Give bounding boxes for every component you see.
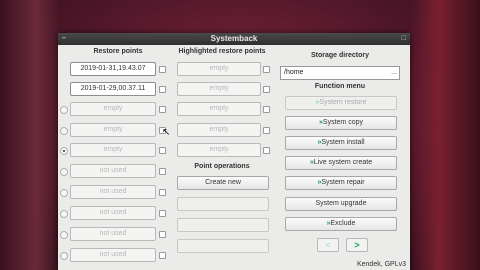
point-operation-button[interactable]: [177, 239, 269, 253]
highlighted-point-checkbox[interactable]: [263, 127, 270, 134]
restore-point-checkbox[interactable]: [159, 210, 166, 217]
restore-point-radio[interactable]: [60, 189, 68, 197]
highlighted-point-checkbox[interactable]: [263, 86, 270, 93]
browse-button[interactable]: ...: [391, 67, 397, 79]
highlighted-point-field[interactable]: empty: [177, 82, 261, 96]
desktop-background-right: [410, 0, 480, 270]
create-new-button[interactable]: Create new: [177, 176, 269, 190]
point-operation-button[interactable]: [177, 218, 269, 232]
point-operations-title: Point operations: [194, 163, 250, 170]
restore-point-radio[interactable]: [60, 168, 68, 176]
desktop-background-left: [0, 0, 60, 270]
restore-point-checkbox[interactable]: [159, 189, 166, 196]
restore-point-radio[interactable]: [60, 210, 68, 218]
system-restore-button[interactable]: »System restore: [285, 96, 397, 110]
highlighted-point-checkbox[interactable]: [263, 147, 270, 154]
restore-point-field[interactable]: empty: [70, 102, 156, 116]
highlighted-point-field[interactable]: empty: [177, 62, 261, 76]
button-label: System repair: [321, 179, 365, 186]
live-system-create-button[interactable]: »Live system create: [285, 156, 397, 170]
restore-point-checkbox[interactable]: [159, 147, 166, 154]
chevron-right-icon: >: [354, 240, 360, 250]
system-install-button[interactable]: »System install: [285, 136, 397, 150]
restore-point-field[interactable]: not used: [70, 248, 156, 262]
restore-point-field[interactable]: empty: [70, 123, 156, 137]
button-label: System upgrade: [315, 200, 367, 207]
back-button[interactable]: <: [317, 238, 339, 252]
window-titlebar: – Systemback □: [58, 33, 410, 45]
restore-point-radio-selected[interactable]: [60, 147, 68, 155]
restore-points-title: Restore points: [93, 48, 143, 55]
restore-point-radio[interactable]: [60, 231, 68, 239]
restore-point-field[interactable]: 2019-01-31,19.43.07: [70, 62, 156, 76]
window-title: Systemback: [210, 34, 258, 43]
restore-point-radio[interactable]: [60, 127, 68, 135]
minimize-icon[interactable]: –: [62, 34, 66, 44]
system-upgrade-button[interactable]: System upgrade: [285, 197, 397, 211]
storage-directory-field[interactable]: /home ...: [280, 66, 400, 80]
highlighted-restore-points-title: Highlighted restore points: [178, 48, 266, 55]
footer-credit: Kendek, GPLv3: [356, 261, 406, 268]
button-label: System restore: [319, 99, 367, 106]
system-copy-button[interactable]: »System copy: [285, 116, 397, 130]
button-label: System install: [321, 139, 365, 146]
highlighted-point-field[interactable]: empty: [177, 102, 261, 116]
button-label: Live system create: [313, 159, 373, 166]
highlighted-point-field[interactable]: empty: [177, 123, 261, 137]
chevron-left-icon: <: [325, 240, 331, 250]
button-label: System copy: [322, 119, 363, 126]
next-button[interactable]: >: [346, 238, 368, 252]
restore-point-checkbox[interactable]: [159, 252, 166, 259]
restore-point-checkbox[interactable]: [159, 231, 166, 238]
restore-point-checkbox[interactable]: [159, 86, 166, 93]
restore-point-checkbox[interactable]: [159, 106, 166, 113]
restore-point-field[interactable]: not used: [70, 227, 156, 241]
restore-point-checkbox[interactable]: [159, 168, 166, 175]
restore-point-radio[interactable]: [60, 106, 68, 114]
restore-point-field[interactable]: empty: [70, 143, 156, 157]
highlighted-point-checkbox[interactable]: [263, 66, 270, 73]
restore-point-field[interactable]: not used: [70, 164, 156, 178]
mouse-cursor-icon: ↖: [162, 127, 171, 138]
restore-point-radio[interactable]: [60, 252, 68, 260]
maximize-icon[interactable]: □: [402, 34, 406, 44]
restore-point-field[interactable]: not used: [70, 206, 156, 220]
system-repair-button[interactable]: »System repair: [285, 176, 397, 190]
systemback-window: – Systemback □ Restore points 2019-01-31…: [58, 33, 410, 270]
restore-point-field[interactable]: not used: [70, 185, 156, 199]
function-menu-title: Function menu: [314, 83, 366, 90]
highlighted-point-field[interactable]: empty: [177, 143, 261, 157]
exclude-button[interactable]: »Exclude: [285, 217, 397, 231]
storage-directory-title: Storage directory: [311, 52, 369, 59]
highlighted-point-checkbox[interactable]: [263, 106, 270, 113]
point-operation-button[interactable]: [177, 197, 269, 211]
storage-path: /home: [284, 69, 304, 76]
restore-point-checkbox[interactable]: [159, 66, 166, 73]
button-label: Exclude: [330, 220, 356, 227]
restore-point-field[interactable]: 2019-01-29,00.37.11: [70, 82, 156, 96]
